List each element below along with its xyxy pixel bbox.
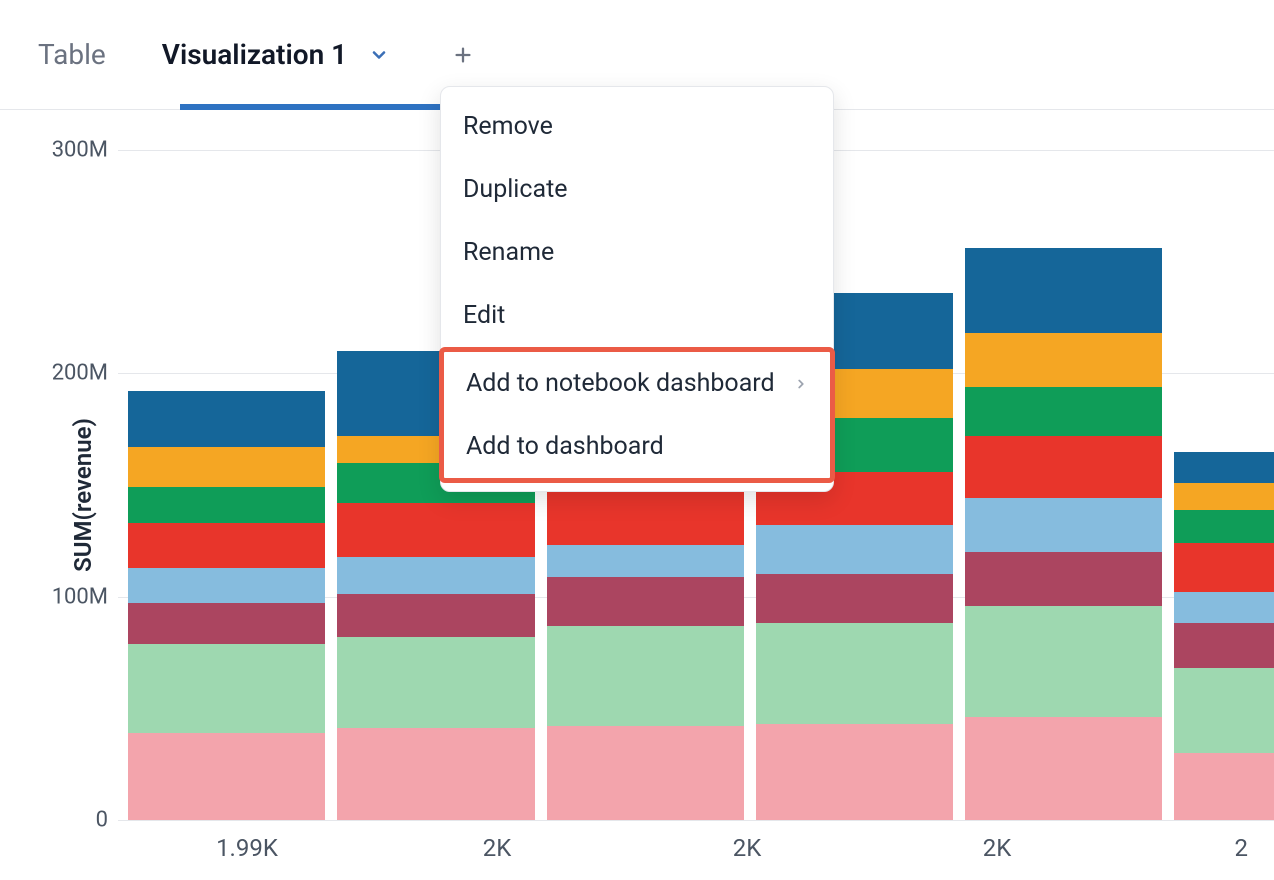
- bar-segment: [128, 644, 325, 733]
- y-tick-label: 100M: [48, 584, 108, 609]
- bar-segment: [965, 248, 1162, 333]
- bar-segment: [128, 523, 325, 568]
- bar-segment: [1174, 452, 1273, 483]
- bar-segment: [547, 545, 744, 576]
- bar-segment: [965, 436, 1162, 499]
- bar-segment: [965, 387, 1162, 436]
- bar-segment: [1174, 623, 1273, 668]
- bar-segment: [128, 447, 325, 487]
- bar-segment: [337, 594, 534, 636]
- menu-item-remove[interactable]: Remove: [441, 95, 833, 158]
- bar-segment: [547, 626, 744, 727]
- bar-segment: [128, 487, 325, 523]
- menu-highlight-group: Add to notebook dashboard Add to dashboa…: [439, 347, 835, 483]
- x-axis: 1.99K2K2K2K2: [118, 820, 1274, 880]
- y-tick-label: 200M: [48, 361, 108, 386]
- bar-segment: [1174, 510, 1273, 544]
- tab-visualization-1[interactable]: Visualization 1: [162, 38, 347, 71]
- add-tab-button[interactable]: [449, 41, 477, 69]
- bar-segment: [965, 717, 1162, 820]
- chevron-right-icon: [794, 372, 808, 396]
- x-tick-label: 2K: [378, 820, 616, 880]
- y-tick-label: 0: [48, 808, 108, 833]
- menu-item-add-to-dashboard[interactable]: Add to dashboard: [444, 415, 830, 478]
- bar-segment: [1174, 483, 1273, 510]
- x-tick-label: 1.99K: [128, 820, 366, 880]
- bar-segment: [547, 483, 744, 546]
- bar-segment: [756, 525, 953, 574]
- bar-segment: [128, 603, 325, 643]
- menu-item-duplicate[interactable]: Duplicate: [441, 158, 833, 221]
- menu-item-add-to-notebook-dashboard[interactable]: Add to notebook dashboard: [444, 352, 830, 415]
- bar-segment: [965, 606, 1162, 718]
- bar-segment: [547, 726, 744, 820]
- bar-segment: [337, 503, 534, 557]
- tab-table[interactable]: Table: [38, 38, 106, 71]
- bar-segment: [337, 557, 534, 595]
- tab-context-menu: Remove Duplicate Rename Edit Add to note…: [440, 86, 834, 492]
- bar-segment: [756, 724, 953, 820]
- chevron-down-icon[interactable]: [365, 41, 393, 69]
- y-tick-label: 300M: [48, 138, 108, 163]
- x-tick-label: 2K: [878, 820, 1116, 880]
- bar-segment: [1174, 753, 1273, 820]
- x-tick-label: 2: [1128, 820, 1248, 880]
- y-axis-label: SUM(revenue): [69, 418, 97, 572]
- bar-segment: [756, 574, 953, 623]
- stacked-bar[interactable]: [1174, 452, 1273, 820]
- bar-segment: [128, 391, 325, 447]
- bar-segment: [337, 728, 534, 820]
- bar-segment: [965, 498, 1162, 552]
- stacked-bar[interactable]: [965, 248, 1162, 820]
- bar-segment: [965, 333, 1162, 387]
- bar-segment: [1174, 668, 1273, 753]
- bar-segment: [547, 577, 744, 626]
- bar-segment: [128, 568, 325, 604]
- menu-item-edit[interactable]: Edit: [441, 284, 833, 347]
- bar-segment: [337, 637, 534, 729]
- menu-item-rename[interactable]: Rename: [441, 221, 833, 284]
- x-tick-label: 2K: [628, 820, 866, 880]
- bar-segment: [965, 552, 1162, 606]
- bar-segment: [756, 623, 953, 724]
- bar-segment: [128, 733, 325, 820]
- stacked-bar[interactable]: [128, 391, 325, 820]
- bar-segment: [1174, 543, 1273, 592]
- bar-segment: [1174, 592, 1273, 623]
